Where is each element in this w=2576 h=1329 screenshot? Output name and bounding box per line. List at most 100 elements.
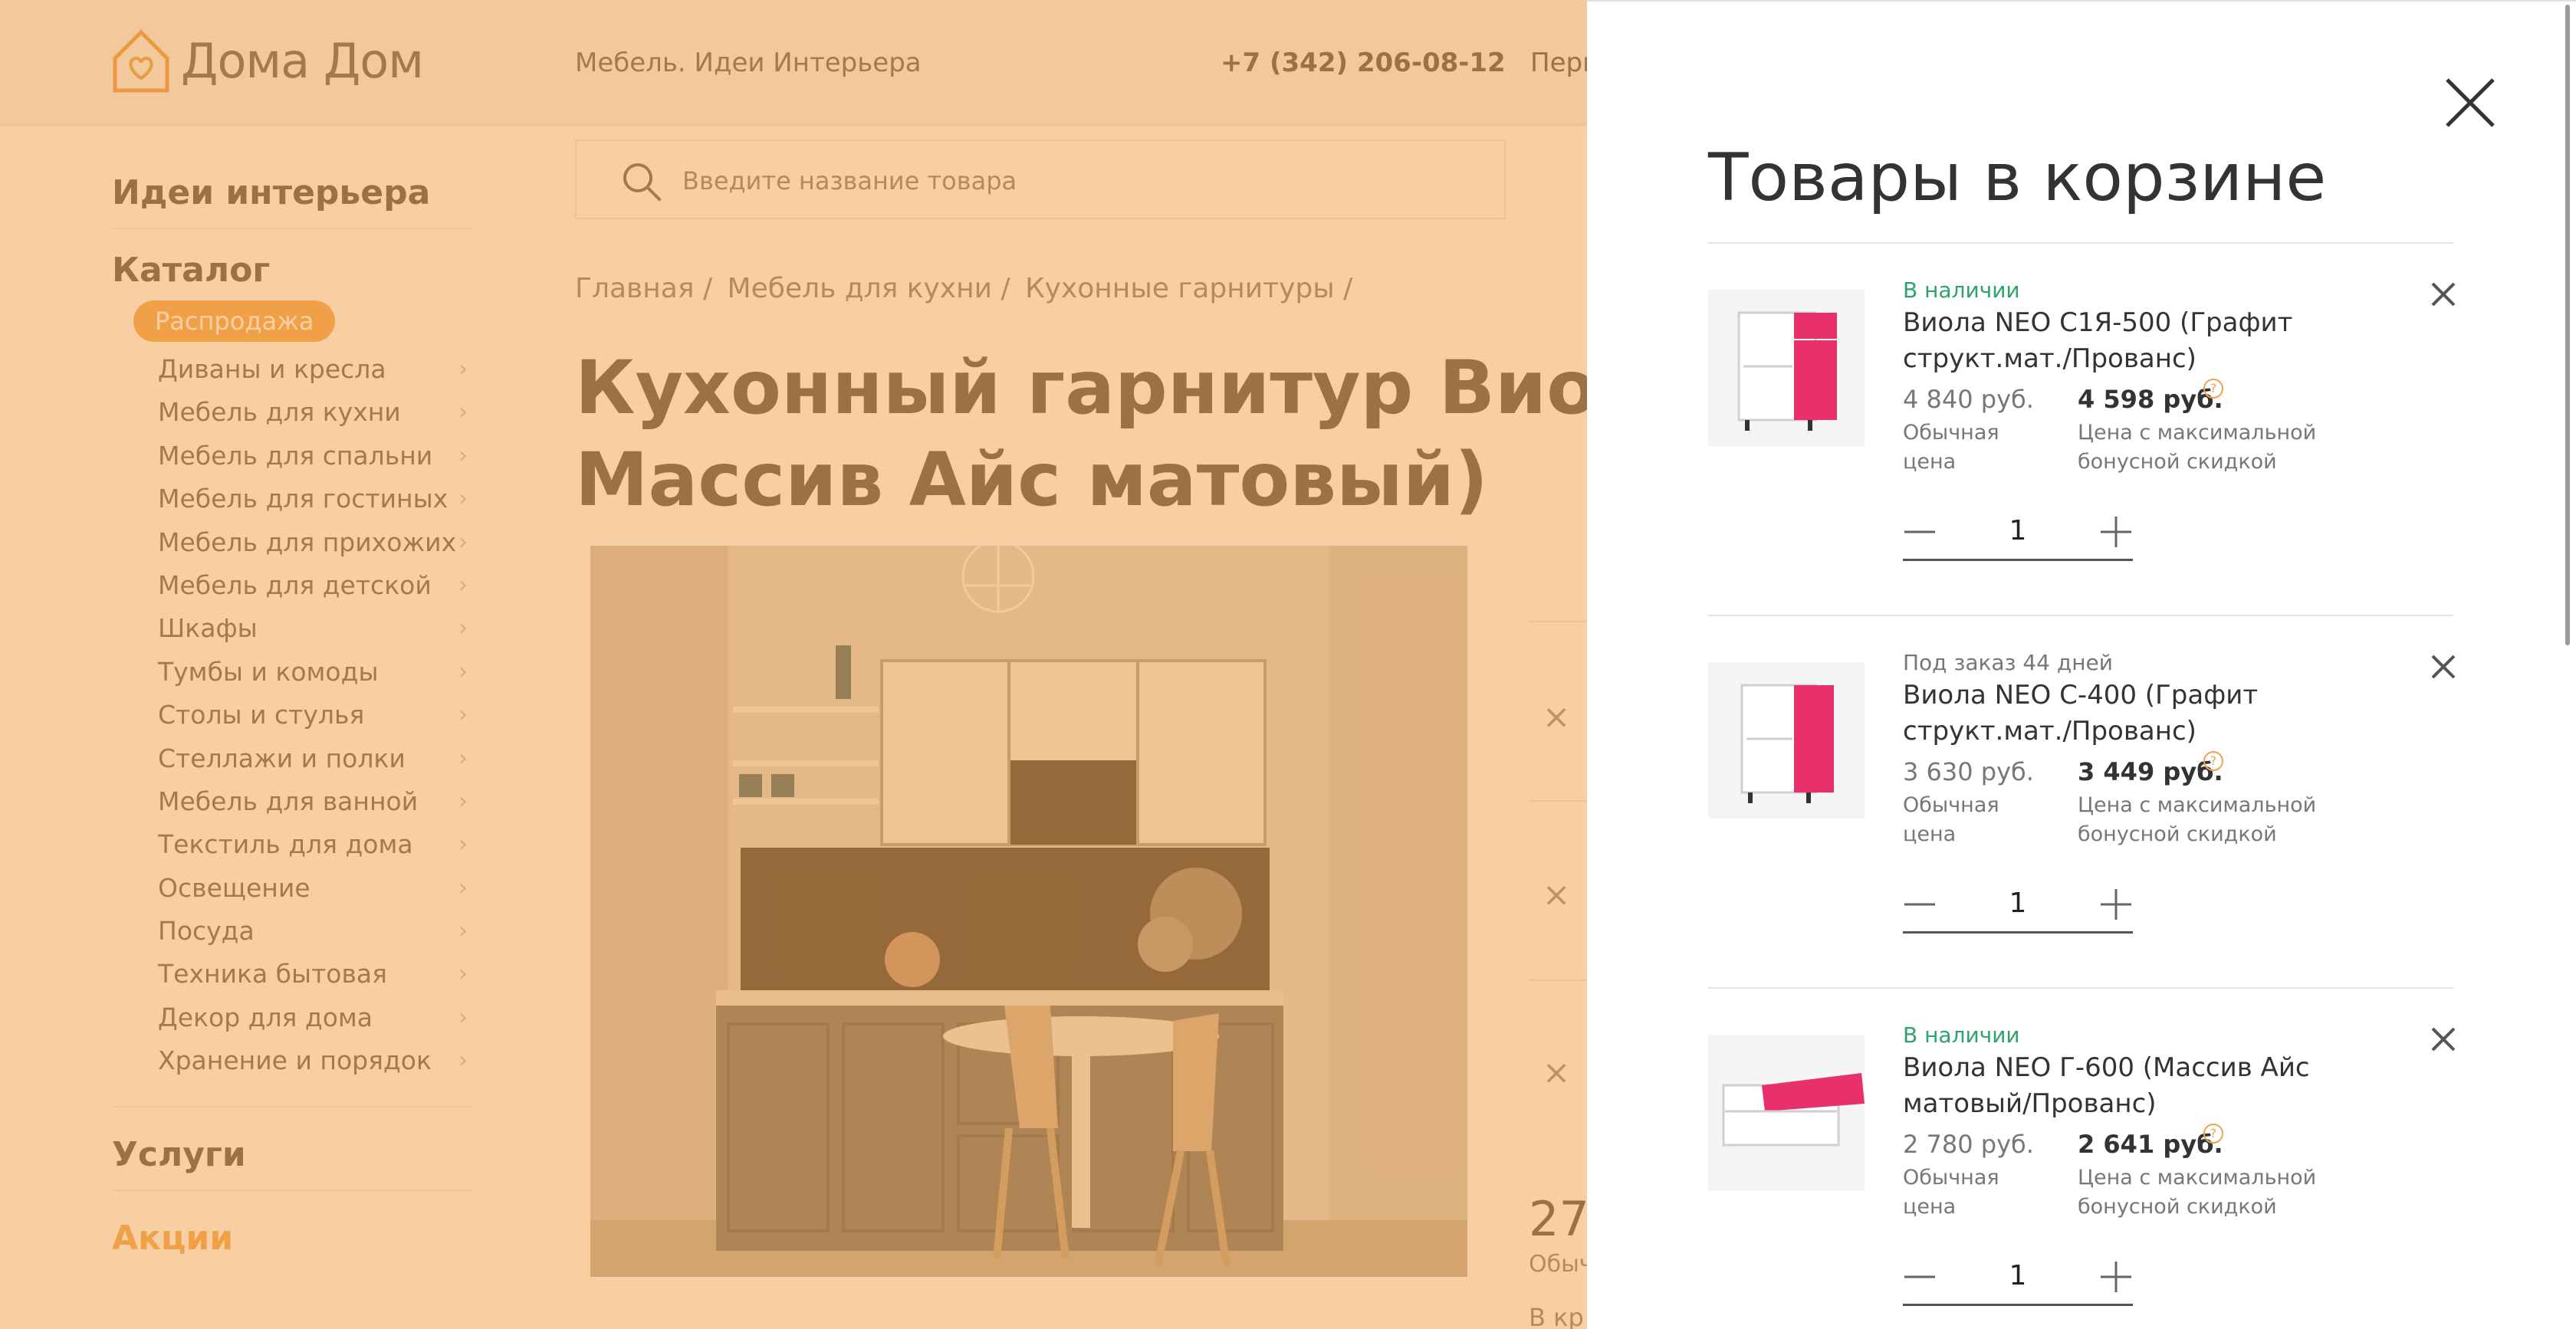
search-input[interactable] xyxy=(682,159,1449,202)
chevron-right-icon: › xyxy=(458,1003,468,1031)
category-label: Мебель для прихожих xyxy=(158,527,457,557)
sidebar-item-ideas[interactable]: Идеи интерьера xyxy=(112,169,472,229)
slogan: Мебель. Идеи Интерьера xyxy=(575,48,922,78)
product-name-link[interactable]: Виола NEO С-400 (Графит структ.мат./Пров… xyxy=(1903,678,2424,750)
bonus-price: 4 598 руб. xyxy=(2078,385,2223,414)
regular-price: 2 780 руб. xyxy=(1903,1130,2034,1159)
sidebar-category-item[interactable]: Диваны и кресла › xyxy=(112,348,472,391)
remove-item-icon[interactable] xyxy=(2428,1024,2459,1055)
page-title-line-2: Массив Айс матовый) xyxy=(575,437,1488,523)
chevron-right-icon: › xyxy=(458,356,468,382)
category-label: Мебель для ванной xyxy=(158,786,419,816)
sidebar-item-promotions[interactable]: Акции xyxy=(112,1214,472,1273)
close-panel-icon[interactable] xyxy=(2443,75,2498,130)
chevron-right-icon: › xyxy=(458,658,468,685)
logo[interactable]: Дома Дом xyxy=(112,28,424,94)
sidebar-category-item[interactable]: Мебель для детской › xyxy=(112,564,472,607)
product-cart-text-partial: В кр xyxy=(1529,1303,1584,1329)
regular-price-label: Обычная цена xyxy=(1903,1166,1999,1219)
plus-icon[interactable] xyxy=(2099,515,2133,549)
sidebar-category-item[interactable]: Декор для дома › xyxy=(112,996,472,1039)
remove-item-icon[interactable] xyxy=(2428,279,2459,310)
quantity-stepper: 1 xyxy=(1903,504,2133,561)
breadcrumb-kitchen-furniture[interactable]: Мебель для кухни / xyxy=(728,273,1010,304)
product-name-link[interactable]: Виола NEO С1Я-500 (Графит структ.мат./Пр… xyxy=(1903,305,2424,377)
chevron-right-icon: › xyxy=(458,831,468,858)
sidebar-category-item[interactable]: Хранение и порядок › xyxy=(112,1039,472,1082)
availability-status: В наличии xyxy=(1903,1022,2020,1048)
scrollbar[interactable] xyxy=(2565,5,2570,645)
sidebar-category-item[interactable]: Тумбы и комоды › xyxy=(112,651,472,694)
logo-text: Дома Дом xyxy=(181,32,424,89)
close-icon[interactable]: × xyxy=(1539,878,1573,912)
close-icon[interactable]: × xyxy=(1539,701,1573,734)
sidebar-category-item[interactable]: Столы и стулья › xyxy=(112,694,472,737)
sidebar-category-item[interactable]: Освещение › xyxy=(112,867,472,910)
sidebar-item-services[interactable]: Услуги xyxy=(112,1130,472,1191)
info-icon[interactable]: ? xyxy=(2203,1124,2223,1144)
cart-item: Под заказ 44 дней Виола NEO С-400 (Графит… xyxy=(1708,616,2456,989)
sidebar: Идеи интерьера Каталог Распродажа Диваны… xyxy=(112,169,472,1273)
plus-icon[interactable] xyxy=(2099,888,2133,921)
chevron-right-icon: › xyxy=(458,874,468,901)
regular-price-label: Обычная цена xyxy=(1903,421,1999,474)
close-icon[interactable]: × xyxy=(1539,1056,1573,1090)
breadcrumb-home[interactable]: Главная / xyxy=(575,273,712,304)
sale-badge-link[interactable]: Распродажа xyxy=(133,300,336,342)
sidebar-item-catalog[interactable]: Каталог xyxy=(112,246,472,300)
sidebar-category-item[interactable]: Техника бытовая › xyxy=(112,953,472,996)
minus-icon[interactable] xyxy=(1903,515,1937,549)
category-label: Мебель для гостиных xyxy=(158,484,449,514)
category-label: Освещение xyxy=(158,872,310,903)
category-label: Шкафы xyxy=(158,613,258,644)
minus-icon[interactable] xyxy=(1903,1260,1937,1294)
category-label: Мебель для детской xyxy=(158,569,432,600)
sidebar-category-item[interactable]: Мебель для гостиных › xyxy=(112,477,472,520)
sidebar-category-item[interactable]: Посуда › xyxy=(112,910,472,953)
quantity-value[interactable]: 1 xyxy=(1987,888,2049,919)
sidebar-category-item[interactable]: Мебель для спальни › xyxy=(112,435,472,477)
sidebar-category-item[interactable]: Текстиль для дома › xyxy=(112,823,472,866)
page: Дома Дом Мебель. Идеи Интерьера +7 (342)… xyxy=(0,0,2576,1329)
quantity-value[interactable]: 1 xyxy=(1987,1260,2049,1291)
product-thumbnail[interactable] xyxy=(1708,1035,1865,1191)
chevron-right-icon: › xyxy=(458,960,468,988)
cart-item: В наличии Виола NEO С1Я-500 (Графит струк… xyxy=(1708,244,2456,616)
sidebar-category-item[interactable]: Мебель для ванной › xyxy=(112,780,472,823)
category-label: Декор для дома xyxy=(158,1002,373,1032)
breadcrumb: Главная / Мебель для кухни / Кухонные га… xyxy=(575,273,1359,304)
sidebar-category-item[interactable]: Мебель для кухни › xyxy=(112,391,472,434)
product-price-partial: 27 xyxy=(1529,1191,1589,1247)
sidebar-category-item[interactable]: Мебель для прихожих › xyxy=(112,521,472,564)
bonus-price-label: Цена с максимальной бонусной скидкой xyxy=(2078,793,2317,846)
product-name-link[interactable]: Виола NEO Г-600 (Массив Айс матовый/Пров… xyxy=(1903,1050,2424,1122)
divider xyxy=(1529,980,1590,981)
chevron-right-icon: › xyxy=(458,571,468,599)
chevron-right-icon: › xyxy=(458,917,468,945)
cart-item: В наличии Виола NEO Г-600 (Массив Айс мат… xyxy=(1708,989,2456,1329)
plus-icon[interactable] xyxy=(2099,1260,2133,1294)
quantity-value[interactable]: 1 xyxy=(1987,515,2049,546)
minus-icon[interactable] xyxy=(1903,888,1937,921)
search-icon[interactable] xyxy=(619,159,662,202)
chevron-right-icon: › xyxy=(458,528,468,556)
info-icon[interactable]: ? xyxy=(2203,379,2223,399)
product-photo[interactable] xyxy=(590,546,1467,1277)
info-icon[interactable]: ? xyxy=(2203,751,2223,771)
breadcrumb-kitchen-sets[interactable]: Кухонные гарнитуры / xyxy=(1025,273,1352,304)
chevron-right-icon: › xyxy=(458,1047,468,1075)
category-label: Диваны и кресла xyxy=(158,354,386,384)
regular-price: 4 840 руб. xyxy=(1903,385,2034,414)
quantity-stepper: 1 xyxy=(1903,877,2133,934)
category-label: Столы и стулья xyxy=(158,700,365,730)
sidebar-category-item[interactable]: Шкафы › xyxy=(112,607,472,650)
remove-item-icon[interactable] xyxy=(2428,651,2459,682)
category-list: Диваны и кресла › Мебель для кухни › Мебель … xyxy=(112,348,472,1108)
regular-price-label: Обычная цена xyxy=(1903,793,1999,846)
chevron-right-icon: › xyxy=(458,399,468,426)
sidebar-category-item[interactable]: Стеллажи и полки › xyxy=(112,737,472,780)
product-thumbnail[interactable] xyxy=(1708,290,1865,446)
product-thumbnail[interactable] xyxy=(1708,662,1865,819)
phone-link[interactable]: +7 (342) 206-08-12 xyxy=(1221,48,1506,78)
quantity-stepper: 1 xyxy=(1903,1249,2133,1306)
